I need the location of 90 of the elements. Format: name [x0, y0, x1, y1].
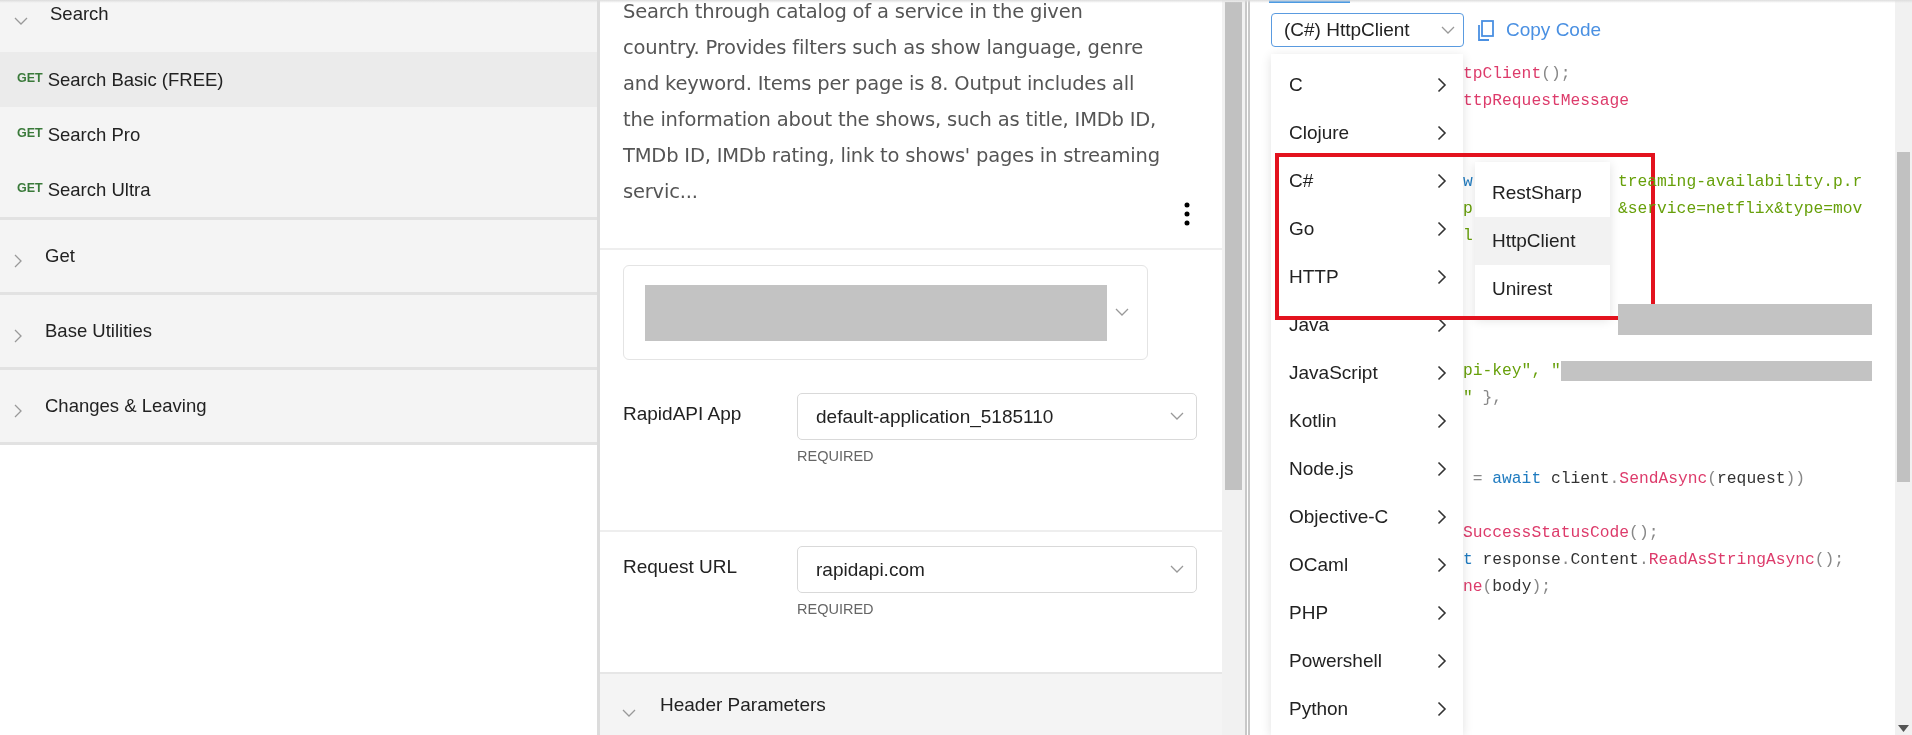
chevron-right-icon [1437, 317, 1447, 333]
code-token: ReadAsStringAsync [1648, 550, 1815, 569]
code-token: . [1560, 550, 1571, 569]
code-token: (); [1541, 64, 1571, 83]
code-token: (); [1814, 550, 1845, 569]
code-token: . [1609, 469, 1620, 488]
chevron-down-icon [1115, 308, 1129, 317]
chevron-right-icon [1437, 173, 1447, 189]
code-token: p [1463, 199, 1473, 218]
chevron-right-icon [1437, 269, 1447, 285]
copy-icon [1478, 19, 1494, 41]
code-token: ttpRequestMessage [1463, 91, 1630, 110]
code-token: t [1463, 550, 1473, 569]
code-token: client [1549, 469, 1610, 488]
chevron-down-icon [1170, 565, 1184, 574]
chevron-right-icon [1437, 461, 1447, 477]
chevron-right-icon [1437, 125, 1447, 141]
endpoint-item[interactable]: GET Search Basic (FREE) [0, 52, 597, 107]
code-token: body [1492, 577, 1532, 596]
chevron-right-icon [1437, 653, 1447, 669]
required-note: REQUIRED [797, 448, 875, 464]
menu-item[interactable]: C [1271, 61, 1463, 109]
code-token: Content [1570, 550, 1639, 569]
code-token: response [1481, 550, 1561, 569]
scrollbar[interactable] [1895, 0, 1912, 735]
code-token: (); [1629, 523, 1659, 542]
splitter[interactable] [1245, 0, 1250, 735]
code-token: request [1717, 469, 1786, 488]
required-note: REQUIRED [797, 601, 875, 617]
menu-item[interactable]: Go [1271, 205, 1463, 253]
menu-item[interactable]: RestSharp [1475, 169, 1610, 217]
endpoint-item[interactable]: GET Search Ultra [0, 162, 597, 217]
chevron-down-icon [1441, 25, 1455, 35]
endpoint-label: Search Pro [47, 123, 141, 146]
select-field[interactable]: default-application_5185110 [797, 393, 1197, 440]
chevron-down-icon [1170, 412, 1184, 421]
endpoint-description: Search through catalog of a service in the given country. Provides filters such as show language, genre and keyword. Items per page is 8. Output includes all the information about the shows, such as title, IMDb ID, TMDb ID, IMDb rating, link to shows' pages in streaming servic... [623, 0, 1161, 205]
code-token: }, [1481, 388, 1503, 407]
menu-item[interactable]: HTTP [1271, 253, 1463, 301]
group-header[interactable]: Search [0, 1, 597, 52]
menu-item[interactable]: Unirest [1475, 265, 1610, 313]
code-token: ne [1463, 577, 1483, 596]
code-token: ( [1482, 577, 1493, 596]
section-header[interactable]: Header Parameters [600, 672, 1222, 735]
menu-item[interactable]: Node.js [1271, 445, 1463, 493]
scroll-down-icon[interactable] [1898, 725, 1909, 732]
field-label: Request URL [623, 555, 739, 579]
method-tag: GET [17, 125, 43, 140]
code-token: )) [1785, 469, 1806, 488]
code-token: SuccessStatusCode [1463, 523, 1630, 542]
chevron-right-icon [1437, 557, 1447, 573]
code-token: . [1638, 550, 1649, 569]
field-label: RapidAPI App [623, 402, 743, 426]
endpoint-select[interactable] [623, 265, 1148, 360]
scrollbar[interactable] [1222, 0, 1245, 735]
method-tag: GET [17, 180, 43, 195]
select-field[interactable]: rapidapi.com [797, 546, 1197, 593]
chevron-right-icon [1437, 509, 1447, 525]
menu-item[interactable]: Kotlin [1271, 397, 1463, 445]
endpoint-item[interactable]: GET Search Pro [0, 107, 597, 162]
menu-item[interactable]: JavaScript [1271, 349, 1463, 397]
menu-item[interactable]: Java [1271, 301, 1463, 349]
code-token: ); [1531, 577, 1551, 596]
menu-item[interactable]: Python [1271, 685, 1463, 733]
more-icon[interactable] [1184, 202, 1190, 226]
menu-item[interactable]: Powershell [1271, 637, 1463, 685]
code-token: l [1463, 226, 1473, 245]
code-token: = [1471, 469, 1484, 488]
menu-item[interactable]: OCaml [1271, 541, 1463, 589]
chevron-right-icon [1437, 77, 1447, 93]
method-tag: GET [17, 70, 43, 85]
code-token: pi-key", " [1463, 361, 1561, 380]
chevron-right-icon [1437, 701, 1447, 717]
code-token: w [1463, 172, 1473, 191]
chevron-right-icon [1437, 413, 1447, 429]
endpoint-label: Search Ultra [47, 178, 151, 201]
code-token: tpClient [1463, 64, 1542, 83]
code-token: await [1492, 469, 1542, 488]
menu-item[interactable]: Objective-C [1271, 493, 1463, 541]
snippet-select[interactable]: (C#) HttpClient [1271, 13, 1464, 47]
menu-item[interactable]: HttpClient [1475, 217, 1610, 265]
endpoint-label: Search Basic (FREE) [47, 68, 224, 91]
menu-item[interactable]: Clojure [1271, 109, 1463, 157]
code-token: " [1463, 388, 1473, 407]
code-token: ( [1707, 469, 1718, 488]
chevron-right-icon [1437, 365, 1447, 381]
chevron-right-icon [1437, 605, 1447, 621]
chevron-right-icon [1437, 221, 1447, 237]
code-token: SendAsync [1619, 469, 1708, 488]
menu-item[interactable]: PHP [1271, 589, 1463, 637]
